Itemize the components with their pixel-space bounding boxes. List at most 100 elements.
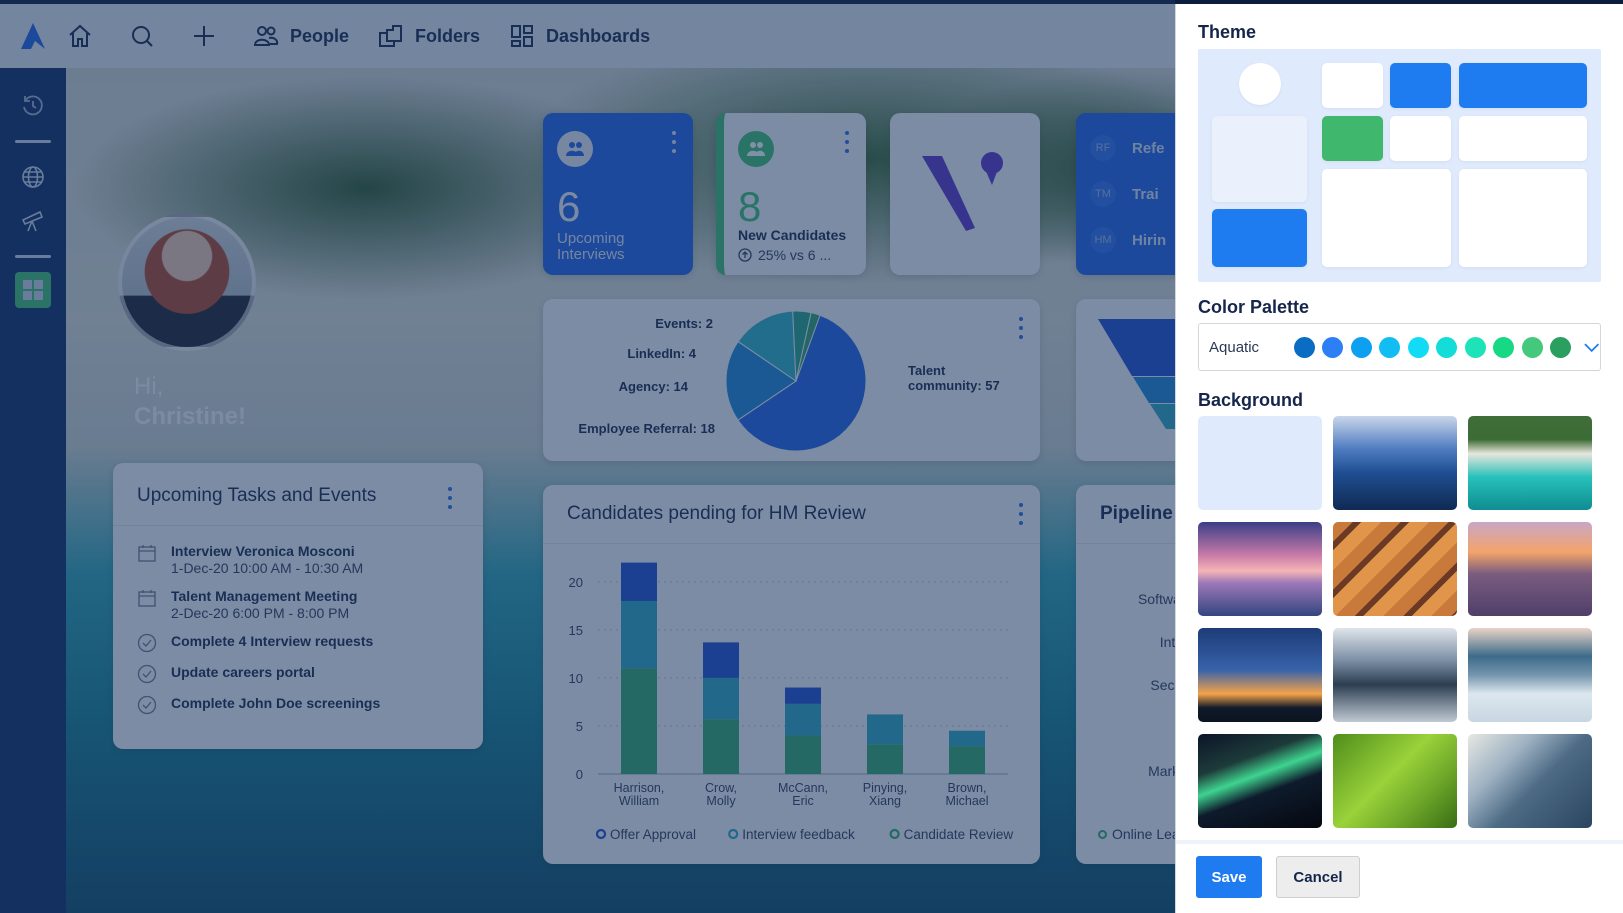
sidebar-item-telescope[interactable] bbox=[13, 201, 53, 241]
legend-label[interactable]: Offer Approval bbox=[610, 827, 696, 842]
item-time: 2-Dec-20 6:00 PM - 8:00 PM bbox=[171, 605, 350, 621]
item-title: Complete 4 Interview requests bbox=[171, 633, 374, 649]
item-title: Interview Veronica Mosconi bbox=[171, 543, 355, 559]
background-thumbnail[interactable] bbox=[1468, 734, 1592, 828]
background-thumbnail[interactable] bbox=[1468, 416, 1592, 510]
bar-segment[interactable] bbox=[621, 562, 657, 602]
quick-link[interactable]: RF Refe bbox=[1090, 135, 1166, 161]
theme-block bbox=[1322, 63, 1383, 108]
check-circle-icon[interactable] bbox=[137, 664, 157, 684]
theme-block bbox=[1390, 63, 1451, 108]
bar-segment[interactable] bbox=[621, 668, 657, 774]
palette-swatch bbox=[1322, 336, 1344, 358]
legend-label[interactable]: Candidate Review bbox=[904, 827, 1014, 842]
task-item[interactable]: Complete 4 Interview requests bbox=[113, 633, 483, 653]
people-icon bbox=[253, 26, 279, 46]
greeting-name: Christine! bbox=[134, 403, 247, 430]
nav-dashboards[interactable]: Dashboards bbox=[508, 22, 650, 50]
quick-link[interactable]: TM Trai bbox=[1090, 181, 1166, 207]
palette-swatch bbox=[1350, 336, 1372, 358]
candidate-source-card: Talent community: 57 Employee Referral: 18… bbox=[543, 299, 1040, 461]
more-options-button[interactable] bbox=[671, 131, 677, 153]
calendar-icon bbox=[138, 590, 156, 607]
check-circle-icon[interactable] bbox=[137, 695, 157, 715]
quick-link[interactable]: HM Hirin bbox=[1090, 227, 1166, 253]
palette-swatch bbox=[1493, 336, 1515, 358]
save-button[interactable]: Save bbox=[1196, 856, 1262, 898]
color-palette-select[interactable]: Aquatic bbox=[1198, 323, 1601, 371]
background-heading: Background bbox=[1198, 390, 1304, 410]
search-button[interactable] bbox=[128, 22, 156, 50]
cancel-button[interactable]: Cancel bbox=[1276, 856, 1360, 898]
bar-segment[interactable] bbox=[621, 601, 657, 669]
bar-segment[interactable] bbox=[703, 719, 739, 774]
more-options-button[interactable] bbox=[844, 131, 850, 153]
upcoming-tasks-card: Upcoming Tasks and Events Interview Vero… bbox=[113, 463, 483, 749]
bar-segment[interactable] bbox=[703, 642, 739, 678]
top-navigation-bar: People Folders Dashboards bbox=[0, 0, 1175, 68]
chart-title: Candidates pending for HM Review bbox=[567, 503, 866, 524]
company-logo-icon bbox=[922, 152, 1003, 231]
background-thumbnail[interactable] bbox=[1198, 416, 1322, 510]
background-thumbnail[interactable] bbox=[1198, 628, 1322, 722]
theme-block bbox=[1459, 116, 1587, 161]
task-item[interactable]: Complete John Doe screenings bbox=[113, 695, 483, 715]
source-pie-chart: Talent community: 57 Employee Referral: 18… bbox=[578, 310, 1000, 452]
bar-segment[interactable] bbox=[703, 677, 739, 720]
nav-folders[interactable]: Folders bbox=[377, 22, 480, 50]
footer-divider bbox=[1176, 840, 1623, 844]
background-thumbnail[interactable] bbox=[1468, 628, 1592, 722]
event-item[interactable]: Talent Management Meeting 2-Dec-20 6:00 P… bbox=[113, 588, 483, 622]
bar-segment[interactable] bbox=[785, 687, 821, 704]
bar-segment[interactable] bbox=[785, 735, 821, 774]
theme-settings-panel: Theme Color Palette Aquatic Background S… bbox=[1175, 4, 1623, 913]
more-options-button[interactable] bbox=[1018, 317, 1024, 339]
more-options-button[interactable] bbox=[447, 487, 453, 509]
more-options-button[interactable] bbox=[1018, 503, 1024, 525]
x-tick-label: Harrison, William bbox=[614, 781, 665, 808]
new-candidates-card[interactable]: 8 New Candidates 25% vs 6 ... bbox=[716, 113, 866, 275]
nav-people-label: People bbox=[290, 25, 350, 46]
app-logo-icon[interactable] bbox=[0, 21, 66, 51]
background-thumbnail[interactable] bbox=[1333, 734, 1457, 828]
greeting-hi: Hi, bbox=[134, 373, 164, 400]
check-circle-icon[interactable] bbox=[137, 633, 157, 653]
sidebar-item-history[interactable] bbox=[13, 86, 53, 126]
pie-label: Employee Referral: 18 bbox=[578, 421, 715, 436]
item-title: Update careers portal bbox=[171, 664, 315, 680]
background-thumbnail[interactable] bbox=[1333, 416, 1457, 510]
home-button[interactable] bbox=[66, 22, 94, 50]
palette-swatch bbox=[1550, 336, 1572, 358]
legend-label[interactable]: Interview feedback bbox=[742, 827, 855, 842]
palette-swatch bbox=[1293, 336, 1315, 358]
task-item[interactable]: Update careers portal bbox=[113, 664, 483, 684]
chevron-down-icon bbox=[1583, 343, 1599, 353]
background-thumbnail[interactable] bbox=[1468, 522, 1592, 616]
tasks-title: Upcoming Tasks and Events bbox=[113, 463, 483, 526]
upcoming-interviews-card[interactable]: 6 Upcoming Interviews bbox=[543, 113, 693, 275]
background-thumbnail[interactable] bbox=[1333, 522, 1457, 616]
nav-people[interactable]: People bbox=[252, 22, 349, 50]
theme-preview[interactable] bbox=[1198, 49, 1601, 282]
sidebar-item-globe[interactable] bbox=[13, 157, 53, 197]
user-avatar[interactable] bbox=[118, 213, 256, 351]
bar-segment[interactable] bbox=[867, 744, 903, 774]
palette-swatch bbox=[1521, 336, 1543, 358]
hm-review-bar-chart: 0 5 10 15 20 Harrison, William Crow, Molly McCann… bbox=[569, 562, 1014, 842]
background-thumbnail[interactable] bbox=[1333, 628, 1457, 722]
history-icon bbox=[23, 95, 43, 116]
link-label: Refe bbox=[1132, 139, 1165, 157]
bar-segment[interactable] bbox=[949, 746, 985, 774]
bar-segment[interactable] bbox=[785, 703, 821, 736]
background-thumbnail[interactable] bbox=[1198, 522, 1322, 616]
add-button[interactable] bbox=[190, 22, 218, 50]
legend-marker bbox=[728, 828, 739, 840]
background-thumbnail[interactable] bbox=[1198, 734, 1322, 828]
event-item[interactable]: Interview Veronica Mosconi 1-Dec-20 10:00… bbox=[113, 543, 483, 577]
pipeline-legend[interactable]: Online Lea bbox=[1098, 826, 1180, 842]
bar-segment[interactable] bbox=[867, 714, 903, 745]
task-list: Interview Veronica Mosconi 1-Dec-20 10:00… bbox=[113, 526, 483, 715]
sidebar-item-dashboard[interactable] bbox=[15, 272, 51, 308]
theme-block bbox=[1459, 169, 1587, 267]
bar-segment[interactable] bbox=[949, 730, 985, 747]
